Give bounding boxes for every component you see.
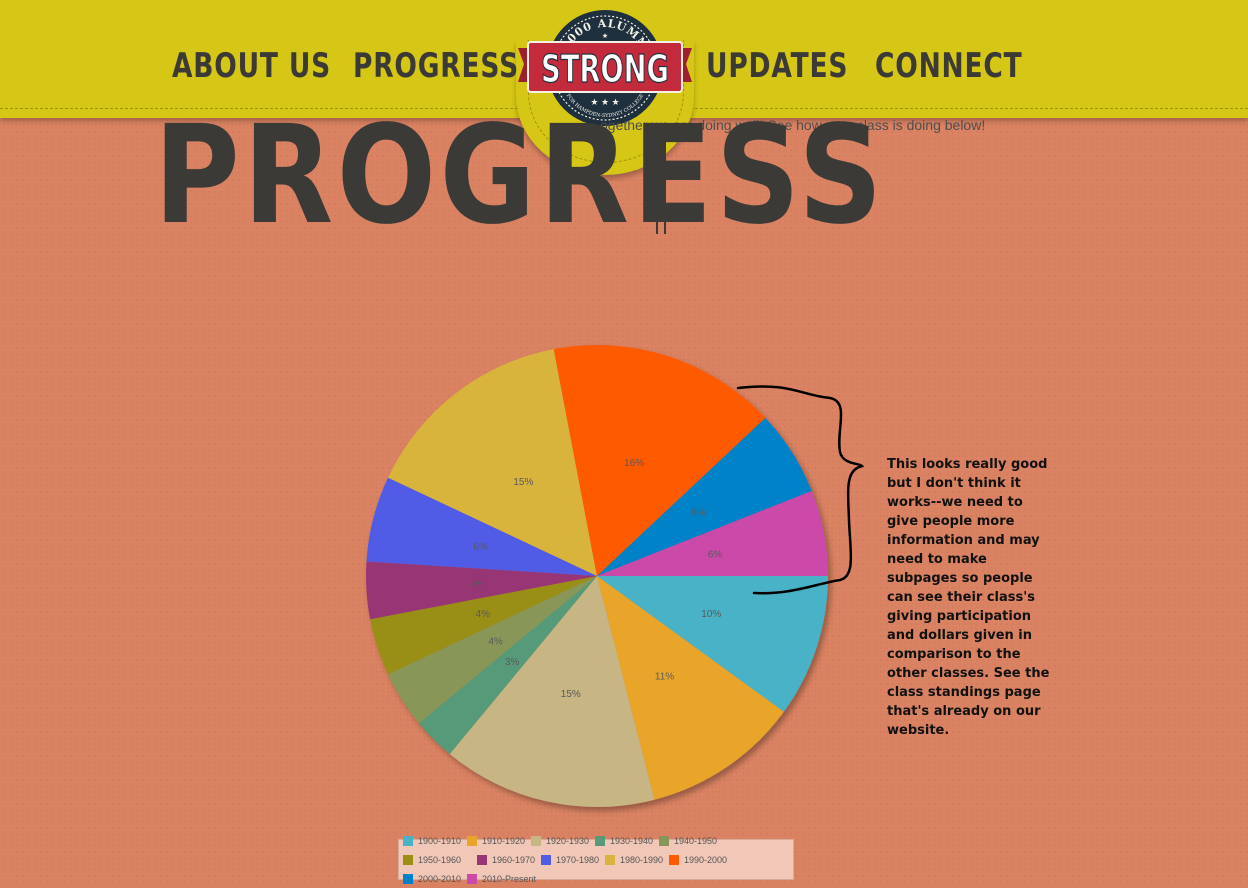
legend-swatch <box>467 835 477 846</box>
legend-label: 1980-1990 <box>620 854 664 865</box>
legend-label: 1930-1940 <box>610 835 654 846</box>
legend-label: 2010-Present <box>482 873 537 884</box>
legend-swatch <box>477 854 487 865</box>
legend-swatch <box>541 854 551 865</box>
legend-item[interactable]: 1940-1950 <box>659 831 723 850</box>
legend-label: 1960-1970 <box>492 854 536 865</box>
legend-label: 2000-2010 <box>418 873 462 884</box>
legend-swatch <box>605 854 615 865</box>
legend-item[interactable]: 2010-Present <box>467 869 541 888</box>
legend-swatch <box>403 835 413 846</box>
pie-label-1930-1940: 3% <box>505 657 520 668</box>
annotation-note: This looks really good but I don't think… <box>887 457 1050 738</box>
pie-label-1980-1990: 15% <box>513 477 533 488</box>
legend-swatch <box>659 835 669 846</box>
legend-label: 1920-1930 <box>546 835 590 846</box>
pie-label-2010-present: 6% <box>708 549 723 560</box>
pie-label-1970-1980: 6% <box>473 542 488 553</box>
legend-label: 1940-1950 <box>674 835 718 846</box>
legend-item[interactable]: 1980-1990 <box>605 850 669 869</box>
legend-item[interactable]: 2000-2010 <box>403 869 467 888</box>
legend-swatch <box>403 854 413 865</box>
legend-swatch <box>669 854 679 865</box>
legend-item[interactable]: 1910-1920 <box>467 831 531 850</box>
pie-label-1920-1930: 15% <box>561 689 581 700</box>
pie-label-1940-1950: 4% <box>488 636 503 647</box>
legend-swatch <box>403 873 413 884</box>
legend-label: 1990-2000 <box>684 854 728 865</box>
pie-label-2000-2010: 6% <box>691 508 706 519</box>
legend-item[interactable]: 1970-1980 <box>541 850 605 869</box>
legend-item[interactable]: 1920-1930 <box>531 831 595 850</box>
legend-item[interactable]: 1990-2000 <box>669 850 733 869</box>
legend-item[interactable]: 1930-1940 <box>595 831 659 850</box>
legend-label: 1910-1920 <box>482 835 526 846</box>
pie-chart: 10%11%15%3%4%4%4%6%15%16%6%6% <box>365 345 865 807</box>
legend-swatch <box>467 873 477 884</box>
pie-label-1910-1920: 11% <box>655 671 674 682</box>
pie-slices <box>365 345 828 807</box>
legend-label: 1950-1960 <box>418 854 462 865</box>
pie-label-1900-1910: 10% <box>701 609 721 620</box>
legend-swatch <box>531 835 541 846</box>
legend-item[interactable]: 1960-1970 <box>477 850 541 869</box>
legend-swatch <box>595 835 605 846</box>
legend-label: 1970-1980 <box>556 854 600 865</box>
pie-label-1990-2000: 16% <box>624 458 644 469</box>
pie-label-1950-1960: 4% <box>476 609 491 620</box>
legend-item[interactable]: 1950-1960 <box>403 850 477 869</box>
pie-label-1960-1970: 4% <box>470 580 485 591</box>
legend-item[interactable]: 1900-1910 <box>403 831 467 850</box>
chart-legend: 1900-1910 1910-1920 1920-1930 1930-1940 1940… <box>398 835 794 884</box>
legend-label: 1900-1910 <box>418 835 462 846</box>
